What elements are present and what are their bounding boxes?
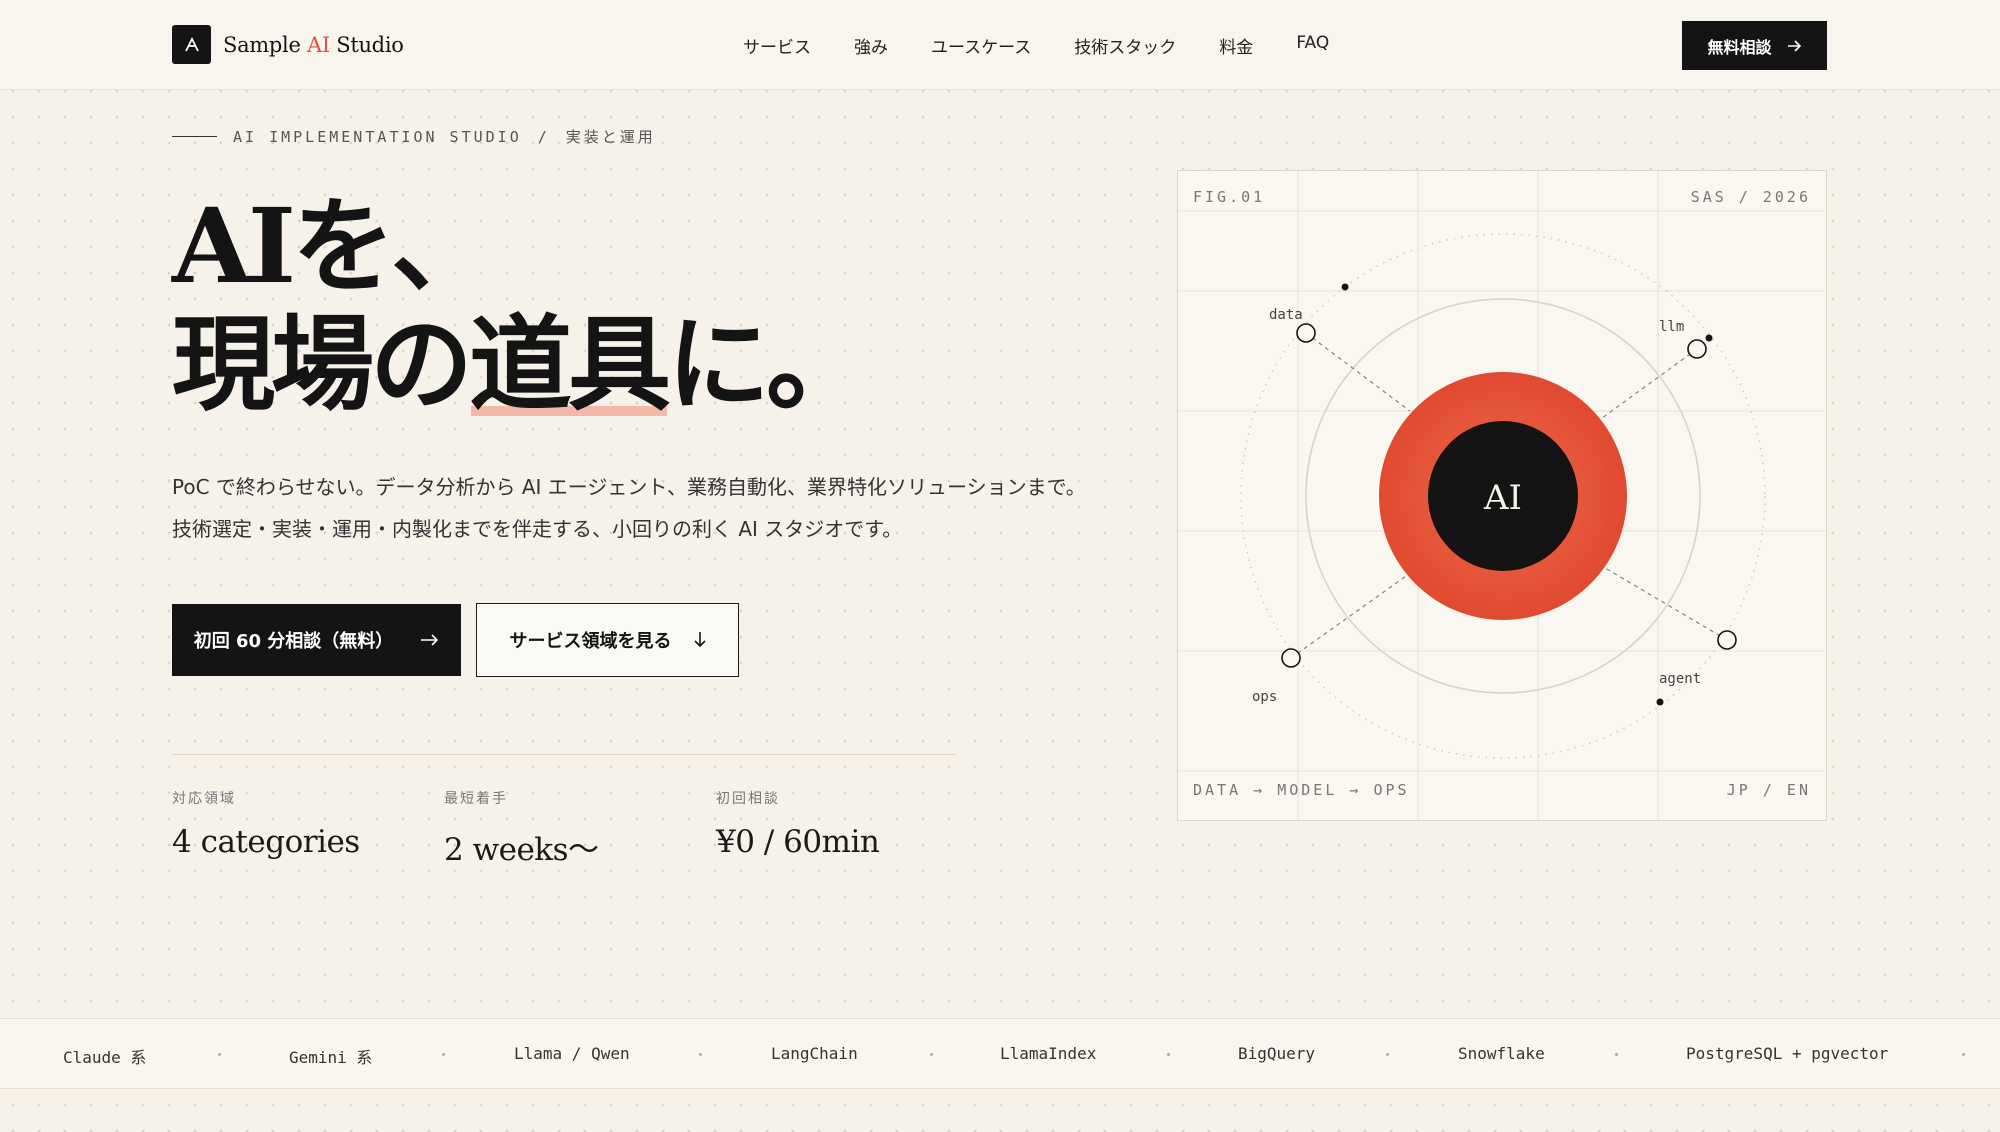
satellite-dot	[1656, 698, 1664, 706]
eyebrow-rule	[172, 136, 217, 137]
logo-suffix: Studio	[329, 32, 404, 57]
node-agent	[1717, 630, 1737, 650]
stat-value: 2 weeks〜	[444, 832, 599, 868]
eyebrow-ja: 実装と運用	[565, 128, 656, 146]
logo-mark-icon	[172, 25, 211, 64]
hero-description: PoC で終わらせない。データ分析から AI エージェント、業務自動化、業界特化…	[172, 466, 1086, 550]
hero-figure: AI data llm ops agent FIG.01 SAS / 2026 …	[1177, 170, 1827, 821]
nav-item-strengths[interactable]: 強み	[854, 33, 888, 58]
stat-value: ¥0 / 60min	[716, 824, 880, 860]
ai-core-label: AI	[1483, 478, 1522, 518]
stat-label: 対応領域	[172, 791, 236, 807]
arrow-right-icon	[1787, 39, 1801, 52]
figure-meta: SAS / 2026	[1690, 188, 1811, 206]
ticker-item: LlamaIndex	[1000, 1044, 1097, 1063]
ticker-separator	[1615, 1053, 1618, 1056]
ticker-separator	[218, 1053, 221, 1056]
nav-item-pricing[interactable]: 料金	[1219, 33, 1253, 58]
node-label-ops: ops	[1252, 689, 1277, 705]
eyebrow-separator: /	[537, 127, 550, 146]
stat-value: 4 categories	[172, 824, 360, 860]
arrow-right-icon	[421, 634, 439, 646]
figure-flow: DATA → MODEL → OPS	[1193, 781, 1410, 799]
logo[interactable]: Sample AI Studio	[172, 25, 404, 64]
eyebrow-en: AI IMPLEMENTATION STUDIO	[233, 127, 522, 146]
ticker-item: BigQuery	[1238, 1044, 1316, 1063]
hero-headline: AIを、 現場の道具に。	[172, 186, 869, 425]
ticker-separator	[1386, 1053, 1389, 1056]
headline-line-1: AIを、	[172, 186, 494, 307]
figure-languages: JP / EN	[1726, 781, 1811, 799]
nav-item-usecases[interactable]: ユースケース	[931, 33, 1031, 58]
headline-line-2c: に。	[667, 304, 869, 425]
nav-item-tech-stack[interactable]: 技術スタック	[1074, 33, 1176, 58]
ticker-item: PostgreSQL + pgvector	[1686, 1044, 1889, 1063]
arrow-down-icon	[693, 632, 706, 648]
stat-consult: 初回相談 ¥0 / 60min	[716, 788, 988, 869]
logo-prefix: Sample	[223, 32, 307, 57]
figure-label: FIG.01	[1193, 188, 1266, 206]
connector-ops	[1290, 568, 1417, 659]
first-consultation-button[interactable]: 初回 60 分相談（無料）	[172, 604, 461, 676]
node-label-data: data	[1269, 307, 1303, 323]
stat-categories: 対応領域 4 categories	[172, 788, 444, 869]
site-header: Sample AI Studio サービス 強み ユースケース 技術スタック 料…	[0, 0, 2000, 90]
ticker-item: Gemini 系	[289, 1048, 373, 1067]
ticker-separator	[442, 1053, 445, 1056]
eyebrow: AI IMPLEMENTATION STUDIO / 実装と運用	[172, 126, 656, 147]
description-line-1: PoC で終わらせない。データ分析から AI エージェント、業務自動化、業界特化…	[172, 475, 1086, 499]
node-llm	[1687, 339, 1707, 359]
connector-llm	[1597, 348, 1698, 422]
connector-data	[1305, 332, 1411, 412]
satellite-dot	[1705, 334, 1713, 342]
free-consult-label: 無料相談	[1707, 37, 1772, 57]
ticker-separator	[699, 1053, 702, 1056]
logo-text: Sample AI Studio	[223, 33, 404, 57]
ticker-item: Snowflake	[1458, 1044, 1545, 1063]
ticker-separator	[1167, 1053, 1170, 1056]
node-label-llm: llm	[1659, 319, 1684, 335]
stats-row: 対応領域 4 categories 最短着手 2 weeks〜 初回相談 ¥0 …	[172, 788, 988, 869]
description-line-2: 技術選定・実装・運用・内製化までを伴走する、小回りの利く AI スタジオです。	[172, 517, 903, 541]
nav-item-services[interactable]: サービス	[743, 33, 811, 58]
stat-start: 最短着手 2 weeks〜	[444, 788, 716, 869]
satellite-dot	[1341, 283, 1349, 291]
ticker-item: LangChain	[771, 1044, 858, 1063]
headline-line-2a: 現場の	[172, 304, 473, 425]
headline-highlight: 道具	[469, 304, 671, 425]
view-services-button[interactable]: サービス領域を見る	[476, 603, 739, 677]
stat-label: 最短着手	[444, 791, 508, 807]
tech-ticker: Claude 系 Gemini 系 Llama / Qwen LangChain…	[0, 1018, 2000, 1089]
ticker-item: Llama / Qwen	[514, 1044, 630, 1063]
first-consultation-label: 初回 60 分相談（無料）	[193, 631, 394, 652]
orbit-diagram: AI data llm ops agent	[1178, 171, 1826, 820]
main-nav: サービス 強み ユースケース 技術スタック 料金 FAQ	[743, 33, 1329, 58]
logo-accent: AI	[306, 32, 330, 57]
node-ops	[1281, 648, 1301, 668]
nav-item-faq[interactable]: FAQ	[1296, 33, 1329, 58]
node-label-agent: agent	[1659, 671, 1701, 687]
ticker-item: Claude 系	[63, 1048, 147, 1067]
node-data	[1296, 323, 1316, 343]
free-consult-button[interactable]: 無料相談	[1682, 21, 1827, 70]
view-services-label: サービス領域を見る	[509, 631, 672, 652]
ticker-separator	[930, 1053, 933, 1056]
ticker-separator	[1962, 1053, 1965, 1056]
stats-divider	[172, 754, 956, 755]
stat-label: 初回相談	[716, 791, 780, 807]
